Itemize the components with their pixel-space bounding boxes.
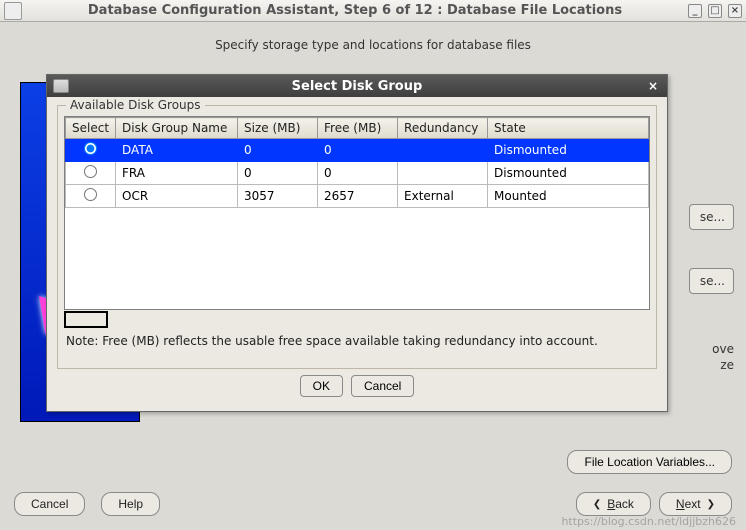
next-button[interactable]: Next ❯ (659, 492, 732, 516)
col-size: Size (MB) (238, 118, 318, 139)
disk-group-table: Select Disk Group Name Size (MB) Free (M… (64, 116, 650, 310)
table-row[interactable]: DATA00Dismounted (66, 139, 649, 162)
available-disk-groups-fieldset: Available Disk Groups Select Disk Group … (57, 105, 657, 369)
cell-redundancy: External (398, 185, 488, 208)
cell-size: 0 (238, 139, 318, 162)
cell-state: Mounted (488, 185, 649, 208)
wizard-nav-row: Cancel Help ❮ Back Next ❯ (14, 492, 732, 516)
col-state: State (488, 118, 649, 139)
minimize-icon[interactable]: _ (688, 4, 702, 18)
dialog-cancel-button[interactable]: Cancel (351, 375, 414, 397)
table-row[interactable]: OCR30572657ExternalMounted (66, 185, 649, 208)
browse-button-1[interactable]: se... (689, 204, 734, 230)
watermark: https://blog.csdn.net/ldjjbzh626 (561, 515, 736, 528)
select-radio[interactable] (84, 142, 97, 155)
ok-button[interactable]: OK (300, 375, 343, 397)
dialog-close-icon[interactable]: × (645, 78, 661, 94)
cell-name: DATA (116, 139, 238, 162)
select-radio-cell[interactable] (66, 185, 116, 208)
cell-redundancy (398, 139, 488, 162)
col-name: Disk Group Name (116, 118, 238, 139)
table-row[interactable]: FRA00Dismounted (66, 162, 649, 185)
select-radio[interactable] (84, 188, 97, 201)
browse-button-2[interactable]: se... (689, 268, 734, 294)
storage-hint: Specify storage type and locations for d… (14, 38, 732, 52)
text-fragment-ze: ze (720, 358, 734, 372)
parent-window-title: Database Configuration Assistant, Step 6… (22, 3, 688, 18)
app-icon (4, 2, 22, 20)
col-free: Free (MB) (318, 118, 398, 139)
cell-name: OCR (116, 185, 238, 208)
note-text: Note: Free (MB) reflects the usable free… (66, 334, 648, 348)
maximize-icon[interactable]: □ (708, 4, 722, 18)
cell-size: 0 (238, 162, 318, 185)
select-radio[interactable] (84, 165, 97, 178)
back-button[interactable]: ❮ Back (576, 492, 651, 516)
cell-state: Dismounted (488, 162, 649, 185)
select-disk-group-dialog: Select Disk Group × Available Disk Group… (46, 74, 668, 412)
help-button[interactable]: Help (101, 492, 160, 516)
table-header: Select Disk Group Name Size (MB) Free (M… (66, 118, 649, 139)
cell-free: 2657 (318, 185, 398, 208)
close-icon[interactable]: × (728, 4, 742, 18)
parent-titlebar: Database Configuration Assistant, Step 6… (0, 0, 746, 22)
fieldset-legend: Available Disk Groups (66, 98, 205, 112)
file-location-variables-button[interactable]: File Location Variables... (567, 450, 732, 474)
cell-size: 3057 (238, 185, 318, 208)
cell-name: FRA (116, 162, 238, 185)
col-redundancy: Redundancy (398, 118, 488, 139)
select-radio-cell[interactable] (66, 139, 116, 162)
cell-redundancy (398, 162, 488, 185)
cell-state: Dismounted (488, 139, 649, 162)
dialog-title: Select Disk Group (69, 79, 645, 94)
dialog-app-icon (53, 79, 69, 93)
select-radio-cell[interactable] (66, 162, 116, 185)
text-fragment-ove: ove (712, 342, 734, 356)
cell-free: 0 (318, 139, 398, 162)
chevron-right-icon: ❯ (707, 499, 715, 510)
cell-free: 0 (318, 162, 398, 185)
dialog-titlebar: Select Disk Group × (47, 75, 667, 97)
table-focus-cell[interactable] (64, 311, 108, 328)
cancel-button[interactable]: Cancel (14, 492, 85, 516)
parent-body: Specify storage type and locations for d… (0, 22, 746, 530)
chevron-left-icon: ❮ (593, 499, 601, 510)
col-select: Select (66, 118, 116, 139)
